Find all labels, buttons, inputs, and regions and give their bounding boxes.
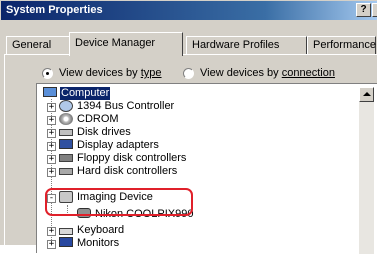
keyboard-icon [59,228,73,235]
tree-item-label: 1394 Bus Controller [77,100,175,112]
radio-by-type[interactable] [42,67,53,79]
view-by-connection-accel: connection [281,67,335,79]
expand-button[interactable]: + [47,103,56,112]
view-by-type-option[interactable]: View devices by type [42,67,162,79]
scroll-up-button[interactable] [359,87,374,102]
expand-button[interactable]: + [47,168,56,177]
cdrom-icon [59,113,73,125]
expand-button[interactable]: + [47,155,56,164]
tree-item-label: Hard disk controllers [77,165,178,177]
expand-button[interactable]: + [47,116,56,125]
expand-button[interactable]: + [47,227,56,236]
tab-performance[interactable]: Performance [307,36,376,54]
radio-by-connection[interactable] [183,67,194,79]
device-tree[interactable]: Computer + 1394 Bus Controller + CDROM +… [36,83,377,254]
close-button[interactable]: x [372,3,377,17]
display-icon [59,139,73,149]
tab-device-manager[interactable]: Device Manager [69,32,183,56]
tab-general[interactable]: General [6,36,70,54]
expand-button[interactable]: + [47,142,56,151]
tree-item-label: Computer [60,87,111,100]
hdd-icon [59,168,73,175]
scrollbar-track[interactable] [359,102,374,254]
view-by-connection-prefix: View devices by [200,67,282,79]
tree-item-label: Monitors [77,237,120,249]
tree-item-label: Keyboard [77,224,125,236]
tab-hardware-profiles[interactable]: Hardware Profiles [186,36,307,54]
system-properties-window: System Properties ? x General Device Man… [0,0,377,255]
window-title: System Properties [6,4,103,16]
tree-item-label: Floppy disk controllers [77,152,187,164]
bus-icon [59,100,73,112]
view-by-connection-option[interactable]: View devices by connection [183,67,335,79]
expand-button[interactable]: + [47,129,56,138]
view-by-type-accel: type [140,67,162,79]
annotation-highlight-circle [45,188,193,216]
tree-item-label: CDROM [77,113,119,125]
tree-item-label: Display adapters [77,139,159,151]
tree-item-label: Disk drives [77,126,131,138]
help-button[interactable]: ? [356,3,371,17]
disk-icon [59,129,73,136]
monitor-icon [59,237,73,247]
title-bar[interactable]: System Properties ? x [1,1,377,20]
view-by-type-prefix: View devices by [59,67,141,79]
floppy-icon [59,154,73,162]
computer-icon [43,87,57,97]
